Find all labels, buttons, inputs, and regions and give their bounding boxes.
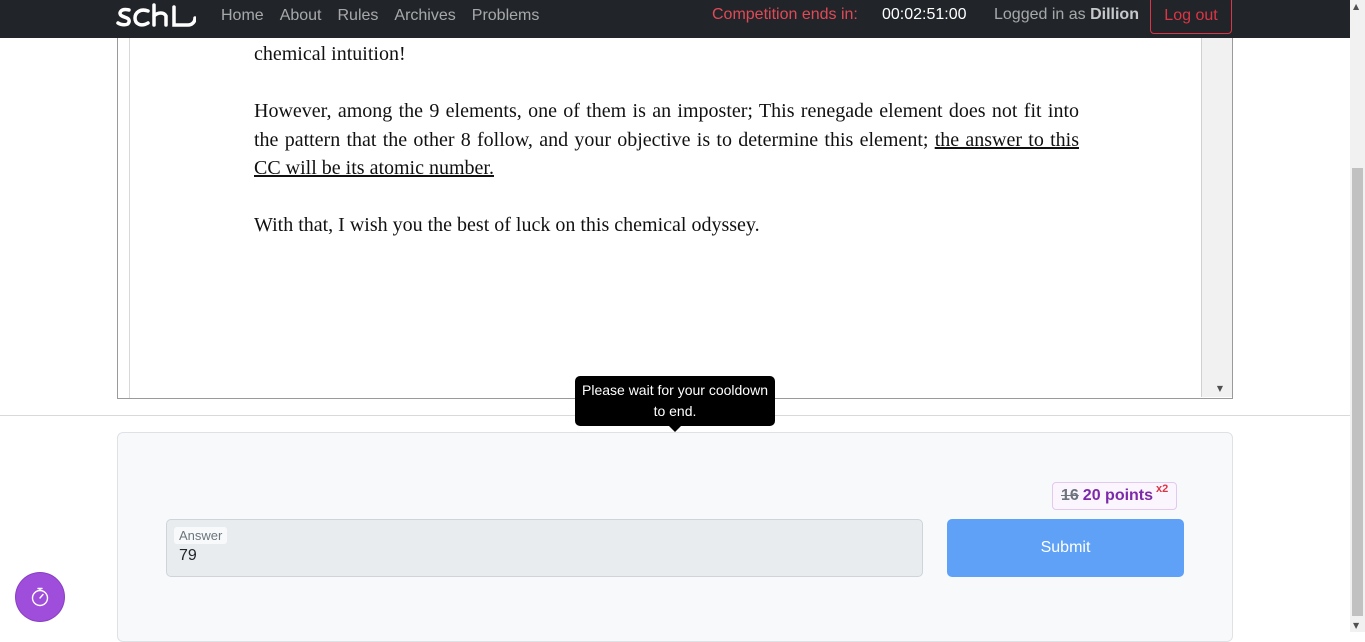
problem-paragraph-imposter: However, among the 9 elements, one of th… — [254, 97, 1079, 183]
page-edge — [129, 38, 130, 398]
page-scroll-up-icon[interactable]: ▲ — [1353, 2, 1359, 11]
problem-paragraph-closing: With that, I wish you the best of luck o… — [254, 214, 760, 236]
answer-input-value[interactable]: 79 — [179, 547, 197, 565]
submit-button[interactable]: Submit — [947, 519, 1184, 577]
problem-line-intro: chemical intuition! — [254, 43, 406, 65]
points-badge: 16 20 points x2 — [1052, 482, 1178, 510]
page-scrollbar[interactable]: ▲ ▼ — [1350, 0, 1365, 632]
problem-text: chemical intuition! However, among the 9… — [254, 38, 1079, 240]
cooldown-tooltip: Please wait for your cooldown to end. — [575, 376, 775, 432]
points-multiplier: x2 — [1156, 483, 1169, 495]
logout-button[interactable]: Log out — [1150, 0, 1232, 34]
nav-rules-link[interactable]: Rules — [338, 7, 379, 25]
page-scroll-down-icon[interactable]: ▼ — [1353, 621, 1359, 630]
answer-input-label: Answer — [174, 527, 228, 544]
answer-input[interactable]: Answer 79 — [166, 519, 923, 577]
username: Dillion — [1090, 6, 1139, 23]
brand-logo[interactable] — [116, 3, 196, 31]
competition-timer-value: 00:02:51:00 — [882, 6, 967, 23]
page-scroll-thumb[interactable] — [1352, 168, 1363, 616]
top-navbar: Home About Rules Archives Problems Compe… — [0, 0, 1350, 38]
points-current: 20 points — [1082, 487, 1154, 504]
problem-document-viewer[interactable]: chemical intuition! However, among the 9… — [117, 38, 1233, 399]
nav-archives-link[interactable]: Archives — [394, 7, 455, 25]
points-original: 16 — [1061, 487, 1079, 504]
nav-home-link[interactable]: Home — [221, 7, 264, 25]
competition-timer-label: Competition ends in: — [712, 6, 858, 23]
document-scrollbar[interactable]: ▼ — [1201, 38, 1232, 397]
nav-problems-link[interactable]: Problems — [472, 7, 540, 25]
stopwatch-icon — [31, 587, 49, 607]
logged-in-prefix: Logged in as — [994, 6, 1086, 23]
nav-links: Home About Rules Archives Problems — [221, 0, 539, 32]
logged-in-status: Logged in as Dillion — [994, 6, 1139, 24]
nav-about-link[interactable]: About — [280, 7, 322, 25]
stopwatch-button[interactable] — [16, 573, 64, 621]
schl-logo-icon — [116, 3, 196, 27]
scroll-down-arrow-icon[interactable]: ▼ — [1217, 384, 1223, 393]
